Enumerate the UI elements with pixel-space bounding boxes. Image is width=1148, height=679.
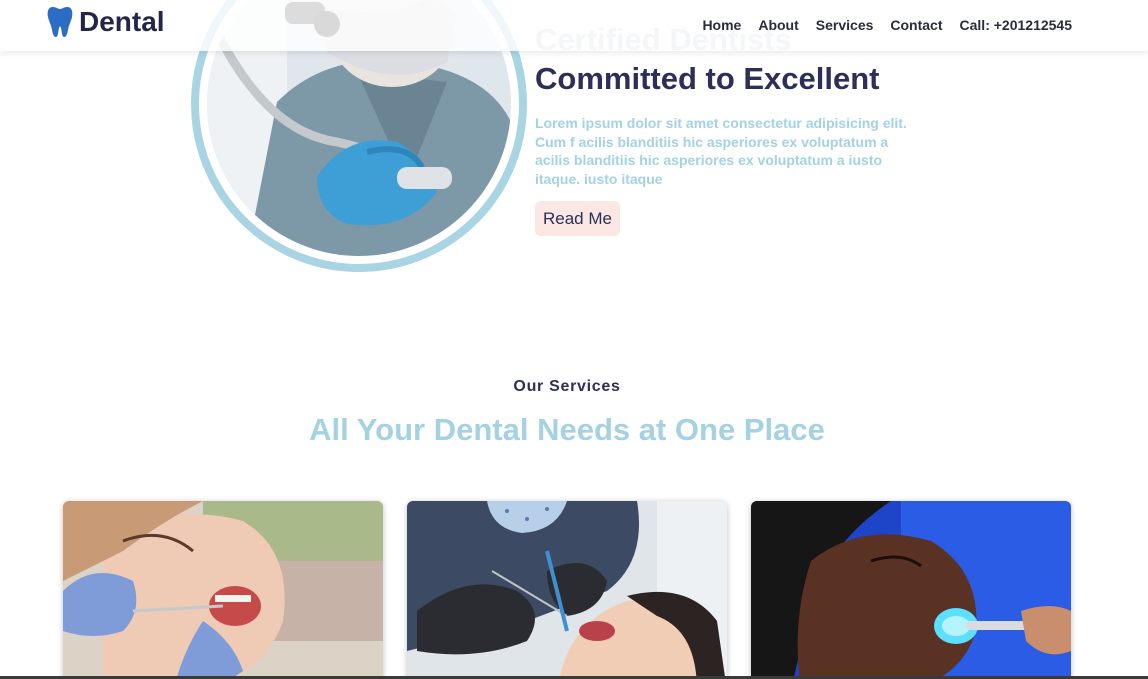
nav-links: Home About Services Contact Call: +20121… xyxy=(685,17,1072,33)
services-kicker: Our Services xyxy=(513,378,621,395)
top-navbar: Dental Home About Services Contact Call:… xyxy=(0,0,1148,51)
tooth-icon xyxy=(47,6,73,38)
nav-link-home[interactable]: Home xyxy=(702,17,741,33)
service-card-whitening[interactable] xyxy=(751,501,1071,679)
service-card-treatment[interactable] xyxy=(407,501,727,679)
nav-link-call[interactable]: Call: +201212545 xyxy=(960,17,1072,33)
hero-text-block: Certified Dentists Committed to Excellen… xyxy=(535,20,935,236)
hero-description: Lorem ipsum dolor sit amet consectetur a… xyxy=(535,115,907,188)
blue-light-whitening-photo xyxy=(751,501,1071,679)
nav-link-contact[interactable]: Contact xyxy=(890,17,942,33)
brand-logo-link[interactable]: Dental xyxy=(47,6,165,38)
patient-dental-exam-photo xyxy=(63,501,383,679)
service-card-exam[interactable] xyxy=(63,501,383,679)
read-me-button[interactable]: Read Me xyxy=(535,200,620,236)
nav-link-about[interactable]: About xyxy=(758,17,798,33)
page: Certified Dentists Committed to Excellen… xyxy=(0,0,1148,679)
brand-name: Dental xyxy=(79,6,165,37)
dentist-treating-patient-photo xyxy=(407,501,727,679)
services-title: All Your Dental Needs at One Place xyxy=(309,412,825,447)
nav-link-services[interactable]: Services xyxy=(816,17,874,33)
hero-title: Committed to Excellent xyxy=(535,61,880,96)
